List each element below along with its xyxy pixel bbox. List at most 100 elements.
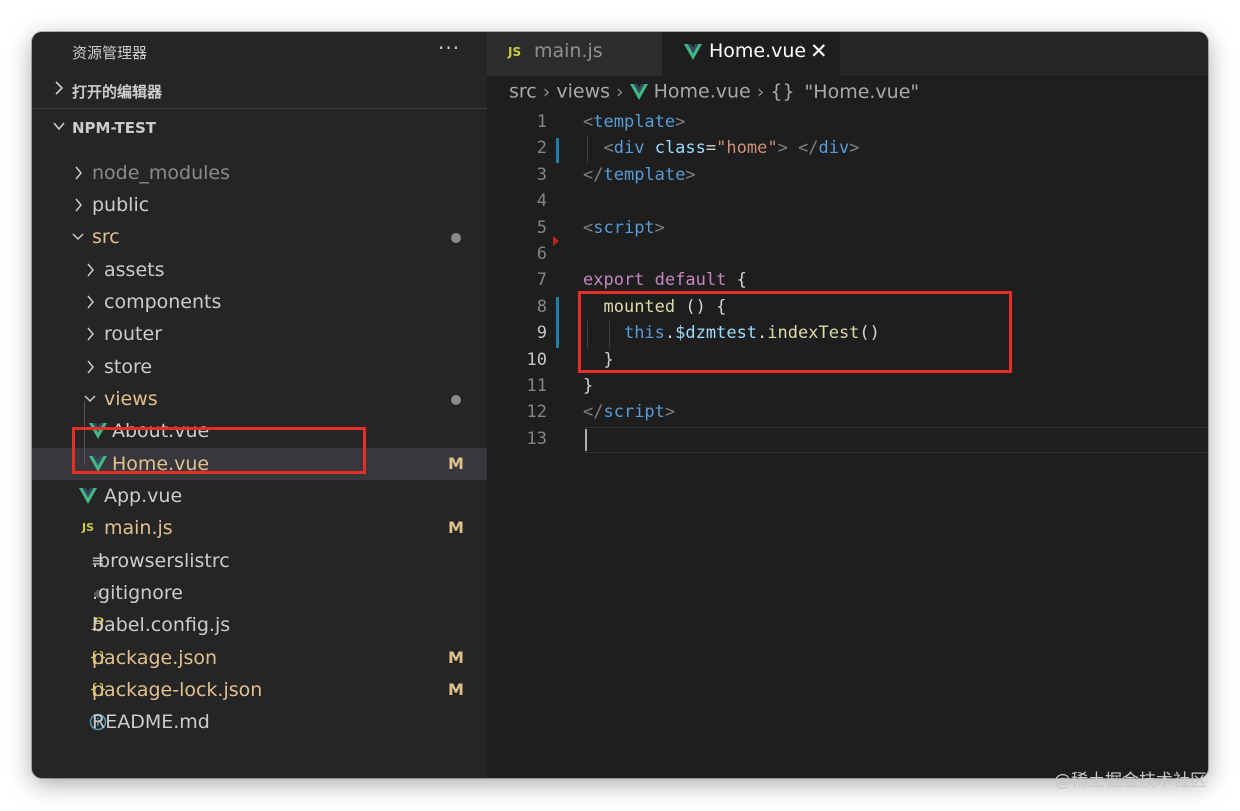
file-item[interactable]: Home.vue M (32, 448, 487, 480)
tab-home-vue[interactable]: Home.vue ✕ (662, 32, 840, 76)
folder-item[interactable]: router (32, 318, 487, 350)
code-line: 12 </script> (487, 400, 1208, 426)
file-name: package-lock.json (92, 679, 263, 701)
code-token: > (654, 217, 665, 238)
code-token: export (583, 270, 645, 291)
breadcrumb-separator: › (616, 80, 624, 103)
code-token: . (757, 323, 768, 344)
open-editors-section[interactable]: 打开的编辑器 (32, 75, 487, 107)
code-token: </ (583, 164, 604, 185)
modified-badge: M (448, 648, 464, 667)
code-text: this.$dzmtest.indexTest() (583, 323, 880, 343)
line-number: 1 (536, 112, 547, 132)
code-line: 9 this.$dzmtest.indexTest() (487, 321, 1208, 347)
folder-item[interactable]: node_modules (32, 157, 487, 189)
folder-item[interactable]: public (32, 189, 487, 221)
indent-guide (587, 321, 588, 348)
file-item[interactable]: {} package-lock.json M (32, 674, 487, 706)
current-line-highlight (583, 426, 1208, 453)
vscode-window: 资源管理器 ··· 打开的编辑器 NPM-TEST node_modules pu… (32, 32, 1208, 778)
breadcrumb-views[interactable]: views (556, 81, 610, 103)
code-token: div (613, 138, 645, 159)
vue-icon (88, 454, 108, 474)
file-item[interactable]: App.vue (32, 480, 487, 512)
code-token: () { (675, 296, 727, 317)
code-token: div (818, 138, 850, 159)
folder-item[interactable]: src (32, 221, 487, 253)
js-icon: JS (508, 45, 522, 59)
more-actions-icon[interactable]: ··· (438, 36, 460, 60)
file-item[interactable]: JS main.js M (32, 512, 487, 544)
chevron-right-icon (87, 360, 94, 374)
code-token: > (777, 138, 788, 159)
code-token: > (664, 402, 676, 423)
vue-icon (629, 83, 648, 100)
folder-item[interactable]: views (32, 383, 487, 415)
code-token: > (675, 112, 686, 132)
breadcrumb-symbol-icon: {} (770, 80, 795, 103)
chevron-down-icon (84, 395, 96, 403)
line-number: 4 (536, 191, 547, 212)
chevron-right-icon (75, 198, 82, 212)
file-item[interactable]: {} package.json M (32, 642, 487, 674)
breadcrumb-src[interactable]: src (509, 81, 537, 103)
deleted-line-marker (553, 236, 559, 246)
line-number: 6 (536, 244, 547, 264)
line-number: 11 (526, 376, 547, 396)
text-cursor (585, 428, 587, 451)
code-line: 6 (487, 242, 1208, 268)
code-text: } (583, 376, 593, 396)
close-icon[interactable]: ✕ (810, 39, 828, 63)
code-token: > (849, 138, 860, 159)
folder-item[interactable]: assets (32, 254, 487, 286)
line-number: 3 (536, 164, 547, 185)
code-token: { (726, 270, 747, 291)
file-item[interactable]: ≡ .browserslistrc (32, 545, 487, 577)
file-name: public (92, 194, 150, 216)
file-name: src (92, 226, 120, 248)
code-text: <template> (583, 112, 685, 132)
modified-gutter-marker (556, 296, 559, 348)
watermark: @稀土掘金技术社区 (1054, 771, 1207, 791)
code-text: <div class="home"> </div> (583, 138, 860, 159)
file-name: views (104, 388, 158, 410)
line-number: 8 (536, 296, 547, 317)
js-icon: JS (81, 521, 94, 534)
file-item[interactable]: About.vue (32, 415, 487, 447)
file-name: components (104, 291, 222, 313)
editor-area: JS main.js Home.vue ✕ src › views › Home.vue… (487, 32, 1208, 778)
file-name: babel.config.js (92, 614, 231, 636)
modified-dot-icon (451, 395, 461, 405)
breadcrumb-symbol[interactable]: "Home.vue" (805, 81, 920, 103)
code-token: "home" (716, 138, 778, 159)
code-line: 2 <div class="home"> </div> (487, 136, 1208, 162)
code-token: > (685, 164, 696, 185)
chevron-right-icon (87, 263, 94, 277)
breadcrumb-file[interactable]: Home.vue (654, 81, 751, 103)
code-text: mounted () { (583, 297, 726, 317)
tab-main-js[interactable]: JS main.js (487, 32, 662, 76)
file-name: .browserslistrc (92, 550, 230, 572)
breadcrumb: src › views › Home.vue ›{} "Home.vue" (509, 80, 919, 106)
project-section[interactable]: NPM-TEST (32, 113, 487, 145)
chevron-right-icon (55, 81, 64, 95)
file-name: router (104, 323, 163, 345)
file-name: About.vue (112, 420, 210, 442)
code-token: } (583, 376, 594, 396)
file-item[interactable]: README.md (32, 706, 487, 738)
code-token: < (583, 112, 594, 132)
file-name: README.md (92, 711, 210, 733)
file-item[interactable]: Bbabel.config.js (32, 609, 487, 641)
code-line: 10 } (487, 348, 1208, 374)
modified-badge: M (448, 518, 464, 537)
folder-item[interactable]: components (32, 286, 487, 318)
line-number: 12 (526, 402, 547, 423)
code-line: 3 </template> (487, 163, 1208, 189)
modified-gutter-marker (556, 138, 559, 163)
file-item[interactable]: ◆ .gitignore (32, 577, 487, 609)
folder-item[interactable]: store (32, 351, 487, 383)
explorer-sidebar: 资源管理器 ··· 打开的编辑器 NPM-TEST node_modules pu… (32, 32, 487, 778)
